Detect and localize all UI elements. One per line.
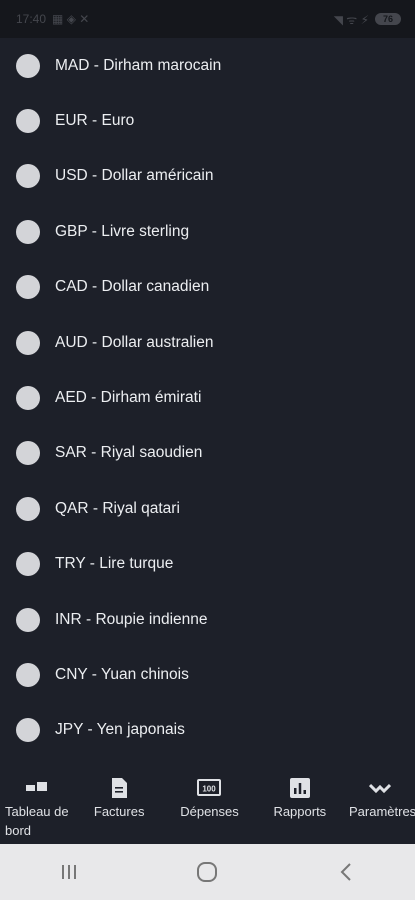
- nav-item-expenses[interactable]: 100 Dépenses: [164, 772, 254, 821]
- currency-label: TRY - Lire turque: [55, 555, 174, 573]
- currency-option-aed[interactable]: AED - Dirham émirati: [0, 370, 415, 425]
- status-bar: 17:40 ▦ ◈ ✕ ◥ ᯤ ⚡ 76: [0, 0, 415, 38]
- nav-item-settings[interactable]: Paramètres: [345, 772, 415, 821]
- svg-text:100: 100: [203, 785, 217, 794]
- dashboard-icon: [25, 776, 49, 800]
- radio-button[interactable]: [16, 552, 40, 577]
- system-nav-bar: [0, 844, 415, 900]
- currency-label: CNY - Yuan chinois: [55, 665, 189, 683]
- back-button[interactable]: [316, 852, 376, 892]
- currency-label: EUR - Euro: [55, 112, 135, 130]
- currency-option-sar[interactable]: SAR - Riyal saoudien: [0, 426, 415, 481]
- currency-option-cad[interactable]: CAD - Dollar canadien: [0, 260, 415, 315]
- nav-label: Rapports: [273, 804, 327, 819]
- currency-list: MAD - Dirham marocain EUR - Euro USD - D…: [0, 38, 415, 772]
- currency-option-eur[interactable]: EUR - Euro: [0, 93, 415, 148]
- currency-option-inr[interactable]: INR - Roupie indienne: [0, 592, 415, 647]
- nav-item-dashboard[interactable]: Tableau de bord: [0, 772, 74, 840]
- home-icon: [197, 862, 218, 882]
- nav-item-reports[interactable]: Rapports: [255, 772, 345, 821]
- radio-button[interactable]: [16, 386, 40, 411]
- back-icon: [340, 863, 351, 881]
- battery-icon: 76: [375, 13, 401, 25]
- currency-label: USD - Dollar américain: [55, 167, 214, 185]
- status-right: ◥ ᯤ ⚡ 76: [334, 11, 401, 28]
- radio-button[interactable]: [16, 330, 40, 355]
- currency-option-usd[interactable]: USD - Dollar américain: [0, 149, 415, 204]
- currency-option-aud[interactable]: AUD - Dollar australien: [0, 315, 415, 370]
- settings-icon: [368, 776, 392, 800]
- currency-label: AUD - Dollar australien: [55, 333, 214, 351]
- currency-option-qar[interactable]: QAR - Riyal qatari: [0, 481, 415, 536]
- nav-item-invoices[interactable]: Factures: [74, 772, 164, 821]
- radio-button[interactable]: [16, 662, 40, 687]
- currency-label: SAR - Riyal saoudien: [55, 444, 203, 462]
- nav-label: Paramètres: [348, 804, 415, 819]
- reports-icon: [288, 776, 312, 800]
- recent-apps-button[interactable]: [39, 852, 99, 892]
- recent-apps-icon: [62, 865, 77, 879]
- signal-icon: ◥ ᯤ ⚡: [333, 12, 369, 27]
- currency-label: CAD - Dollar canadien: [55, 278, 210, 296]
- nav-label: Dépenses: [180, 804, 239, 819]
- currency-label: INR - Roupie indienne: [55, 610, 208, 628]
- radio-button[interactable]: [16, 607, 40, 632]
- expenses-icon: 100: [197, 776, 222, 800]
- invoice-icon: [107, 776, 131, 800]
- radio-button[interactable]: [16, 496, 40, 521]
- radio-button[interactable]: [16, 275, 40, 300]
- currency-option-try[interactable]: TRY - Lire turque: [0, 537, 415, 592]
- radio-button[interactable]: [16, 53, 40, 78]
- currency-label: MAD - Dirham marocain: [55, 56, 222, 74]
- bottom-nav: Tableau de bord Factures 100 Dépenses Ra…: [0, 772, 415, 844]
- currency-label: JPY - Yen japonais: [55, 721, 185, 739]
- currency-option-jpy[interactable]: JPY - Yen japonais: [0, 703, 415, 758]
- nav-label: Factures: [93, 804, 145, 819]
- currency-label: GBP - Livre sterling: [55, 222, 190, 240]
- radio-button[interactable]: [16, 718, 40, 743]
- currency-option-mad[interactable]: MAD - Dirham marocain: [0, 38, 415, 93]
- radio-button[interactable]: [16, 219, 40, 244]
- radio-button[interactable]: [16, 441, 40, 466]
- home-button[interactable]: [177, 852, 237, 892]
- radio-button[interactable]: [16, 164, 40, 189]
- notification-icons: ▦ ◈ ✕: [52, 12, 90, 26]
- nav-label: Tableau de bord: [5, 804, 69, 838]
- radio-button[interactable]: [16, 109, 40, 134]
- currency-label: AED - Dirham émirati: [55, 389, 202, 407]
- currency-option-gbp[interactable]: GBP - Livre sterling: [0, 204, 415, 259]
- status-time: 17:40: [16, 12, 47, 26]
- status-left: 17:40 ▦ ◈ ✕: [16, 12, 89, 26]
- currency-option-cny[interactable]: CNY - Yuan chinois: [0, 647, 415, 702]
- currency-label: QAR - Riyal qatari: [55, 499, 180, 517]
